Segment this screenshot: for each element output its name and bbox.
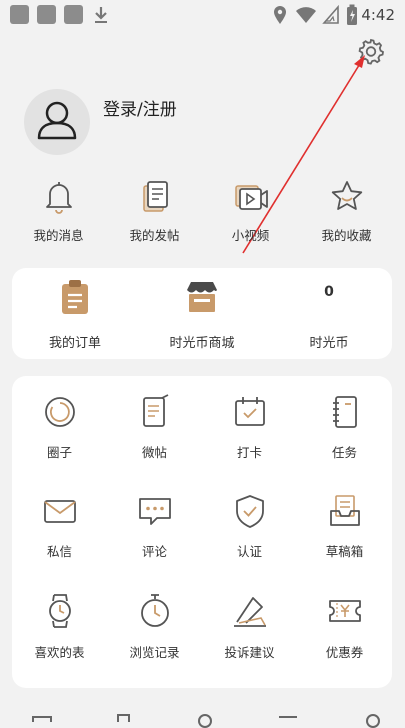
comment-icon — [138, 498, 171, 525]
bell-icon — [45, 182, 72, 214]
wallet-label: 我的订单 — [48, 336, 101, 351]
tab-home-icon[interactable] — [32, 716, 52, 722]
tab-discover-icon[interactable] — [117, 714, 130, 722]
grid-item-circle[interactable]: 圈子 — [12, 394, 107, 461]
quick-label: 我的发帖 — [129, 228, 180, 243]
grid-item-verification[interactable]: 认证 — [202, 493, 297, 560]
login-register-link[interactable]: 登录/注册 — [103, 95, 177, 120]
grid-item-browse-history[interactable]: 浏览记录 — [107, 592, 202, 661]
grid-label: 喜欢的表 — [34, 645, 85, 660]
draft-box-icon — [329, 495, 360, 526]
shield-check-icon — [235, 495, 264, 528]
time-coin-button[interactable]: 0 时光币 — [266, 278, 392, 351]
quick-label: 小视频 — [231, 228, 270, 243]
coin-mall-button[interactable]: 时光币商城 — [139, 278, 265, 351]
quick-label: 我的消息 — [33, 228, 84, 243]
history-icon — [140, 594, 169, 627]
grid-item-feedback[interactable]: 投诉建议 — [202, 592, 297, 661]
tab-center-icon[interactable] — [198, 714, 212, 728]
store-icon — [187, 282, 217, 312]
avatar[interactable] — [24, 89, 90, 155]
grid-item-coupon[interactable]: 优惠券 — [297, 592, 392, 661]
circle-icon — [44, 397, 75, 427]
watch-icon — [48, 594, 71, 628]
quick-label: 我的收藏 — [321, 228, 372, 243]
grid-label: 微帖 — [141, 445, 167, 460]
grid-label: 浏览记录 — [129, 645, 180, 660]
short-video-button[interactable]: 小视频 — [200, 178, 301, 244]
post-icon — [142, 181, 168, 212]
grid-item-favorite-watches[interactable]: 喜欢的表 — [12, 592, 107, 661]
grid-label: 投诉建议 — [224, 645, 275, 660]
clipboard-icon — [62, 280, 88, 314]
feature-grid: 圈子 微帖 打卡 任务 私信 评论 认证 草稿箱 喜欢的表 浏览记录 投诉建议 … — [12, 376, 392, 688]
note-icon — [142, 394, 168, 427]
wallet-label: 时光币 — [309, 336, 349, 351]
star-icon — [331, 181, 362, 210]
grid-label: 优惠券 — [325, 645, 364, 660]
coin-balance: 0 — [324, 284, 334, 300]
tab-message-icon[interactable] — [279, 716, 297, 722]
feedback-icon — [233, 597, 266, 627]
wallet-card: 我的订单 时光币商城 0 时光币 — [12, 268, 392, 359]
my-posts-button[interactable]: 我的发帖 — [104, 178, 205, 244]
grid-item-drafts[interactable]: 草稿箱 — [297, 493, 392, 560]
wallet-label: 时光币商城 — [169, 336, 235, 351]
my-messages-button[interactable]: 我的消息 — [8, 178, 109, 244]
notebook-icon — [332, 396, 357, 428]
grid-item-private-message[interactable]: 私信 — [12, 493, 107, 560]
my-favorites-button[interactable]: 我的收藏 — [296, 178, 397, 244]
quick-actions: 我的消息 我的发帖 小视频 我的收藏 — [0, 178, 405, 250]
grid-item-task[interactable]: 任务 — [297, 394, 392, 461]
calendar-check-icon — [234, 397, 265, 426]
grid-label: 私信 — [46, 544, 72, 559]
coupon-icon — [328, 600, 361, 622]
grid-label: 圈子 — [46, 445, 72, 460]
grid-label: 认证 — [236, 544, 262, 559]
user-icon — [37, 101, 77, 140]
grid-item-check-in[interactable]: 打卡 — [202, 394, 297, 461]
video-icon — [234, 185, 268, 210]
bottom-tab-bar[interactable] — [0, 702, 405, 728]
tab-profile-icon[interactable] — [366, 714, 380, 728]
grid-label: 打卡 — [236, 445, 262, 460]
grid-label: 草稿箱 — [325, 544, 364, 559]
grid-item-micro-post[interactable]: 微帖 — [107, 394, 202, 461]
my-orders-button[interactable]: 我的订单 — [12, 278, 138, 351]
envelope-icon — [43, 500, 76, 523]
grid-item-comment[interactable]: 评论 — [107, 493, 202, 560]
grid-label: 任务 — [331, 445, 357, 460]
grid-label: 评论 — [141, 544, 167, 559]
